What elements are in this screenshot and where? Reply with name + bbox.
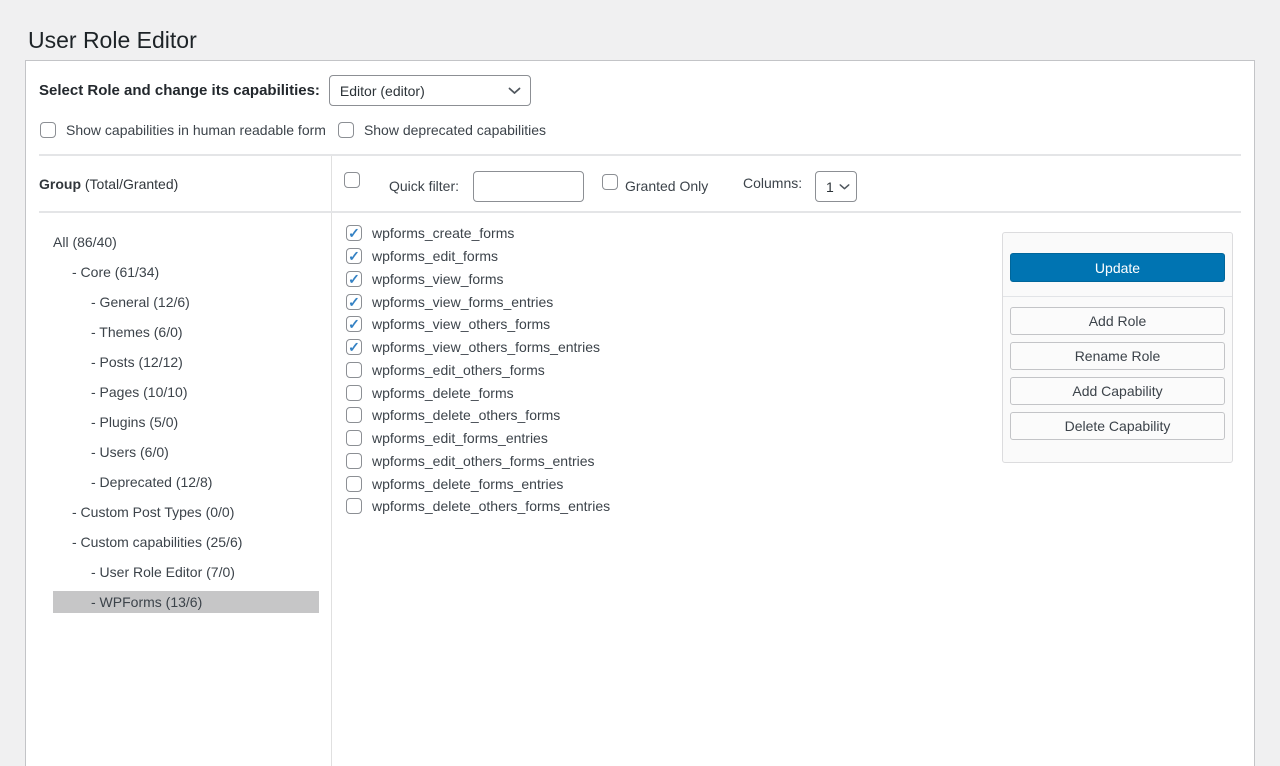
capability-label[interactable]: wpforms_view_others_forms_entries [372,339,600,355]
group-header-suffix: (Total/Granted) [81,176,178,192]
capability-checkbox[interactable] [346,453,362,469]
page-title: User Role Editor [28,26,197,56]
capability-checkbox[interactable] [346,225,362,241]
capability-label[interactable]: wpforms_delete_others_forms_entries [372,498,610,514]
select-all-checkbox[interactable] [344,172,360,188]
capability-checkbox[interactable] [346,385,362,401]
group-tree-item-custom-post-types[interactable]: - Custom Post Types (0/0) [53,501,319,523]
main-area: All (86/40) - Core (61/34) - General (12… [26,213,1254,766]
rename-role-button[interactable]: Rename Role [1010,342,1225,370]
capability-checkbox[interactable] [346,476,362,492]
group-tree-item-all[interactable]: All (86/40) [53,231,319,253]
granted-only-label[interactable]: Granted Only [625,178,708,194]
capability-label[interactable]: wpforms_view_forms [372,271,503,287]
capability-label[interactable]: wpforms_view_forms_entries [372,294,553,310]
options-row: Show capabilities in human readable form… [40,122,546,138]
group-tree-item-posts[interactable]: - Posts (12/12) [53,351,319,373]
group-tree-item-deprecated[interactable]: - Deprecated (12/8) [53,471,319,493]
quick-filter-label: Quick filter: [389,178,459,194]
delete-capability-button[interactable]: Delete Capability [1010,412,1225,440]
filter-bar: Quick filter: Granted Only Columns: 1 [332,156,1254,211]
capability-label[interactable]: wpforms_create_forms [372,225,514,241]
show-deprecated-label[interactable]: Show deprecated capabilities [364,122,546,138]
columns-label: Columns: [743,175,802,191]
capability-label[interactable]: wpforms_delete_forms_entries [372,476,563,492]
add-capability-button[interactable]: Add Capability [1010,377,1225,405]
role-select-row: Select Role and change its capabilities:… [39,75,531,106]
group-tree-item-core[interactable]: - Core (61/34) [53,261,319,283]
group-tree-item-themes[interactable]: - Themes (6/0) [53,321,319,343]
capability-checkbox[interactable] [346,294,362,310]
columns-header-row: Group (Total/Granted) Quick filter: Gran… [26,156,1254,211]
show-deprecated-checkbox[interactable] [338,122,354,138]
group-tree-item-users[interactable]: - Users (6/0) [53,441,319,463]
capability-checkbox[interactable] [346,271,362,287]
group-tree-item-plugins[interactable]: - Plugins (5/0) [53,411,319,433]
capability-label[interactable]: wpforms_edit_forms_entries [372,430,548,446]
capability-row: wpforms_delete_others_forms_entries [346,495,1254,518]
capability-label[interactable]: wpforms_edit_others_forms_entries [372,453,595,469]
group-tree-item-general[interactable]: - General (12/6) [53,291,319,313]
human-readable-label[interactable]: Show capabilities in human readable form [66,122,326,138]
group-tree-item-wpforms[interactable]: - WPForms (13/6) [53,591,319,613]
human-readable-checkbox[interactable] [40,122,56,138]
group-header-bold: Group [39,176,81,192]
capability-checkbox[interactable] [346,339,362,355]
select-role-label: Select Role and change its capabilities: [39,82,320,99]
granted-only-checkbox[interactable] [602,174,618,190]
add-role-button[interactable]: Add Role [1010,307,1225,335]
capability-label[interactable]: wpforms_edit_forms [372,248,498,264]
capability-checkbox[interactable] [346,248,362,264]
capability-checkbox[interactable] [346,430,362,446]
group-tree: All (86/40) - Core (61/34) - General (12… [26,213,332,766]
capability-label[interactable]: wpforms_delete_forms [372,385,514,401]
columns-select-value: 1 [826,179,834,195]
actions-panel: Update Add Role Rename Role Add Capabili… [1002,232,1233,463]
capability-checkbox[interactable] [346,316,362,332]
capability-row: wpforms_delete_forms_entries [346,472,1254,495]
capability-label[interactable]: wpforms_edit_others_forms [372,362,545,378]
capability-checkbox[interactable] [346,498,362,514]
columns-select[interactable]: 1 [815,171,857,202]
capability-checkbox[interactable] [346,407,362,423]
role-select[interactable]: Editor (editor) [329,75,531,106]
group-tree-item-custom-capabilities[interactable]: - Custom capabilities (25/6) [53,531,319,553]
actions-divider [1003,296,1232,297]
quick-filter-input[interactable] [473,171,584,202]
group-header: Group (Total/Granted) [26,156,332,211]
capability-checkbox[interactable] [346,362,362,378]
user-role-editor-panel: Select Role and change its capabilities:… [25,60,1255,766]
capability-label[interactable]: wpforms_view_others_forms [372,316,550,332]
group-tree-item-pages[interactable]: - Pages (10/10) [53,381,319,403]
chevron-down-icon [839,183,850,190]
role-select-value: Editor (editor) [340,83,425,99]
chevron-down-icon [508,87,521,95]
capability-label[interactable]: wpforms_delete_others_forms [372,407,560,423]
update-button[interactable]: Update [1010,253,1225,282]
group-tree-item-user-role-editor[interactable]: - User Role Editor (7/0) [53,561,319,583]
